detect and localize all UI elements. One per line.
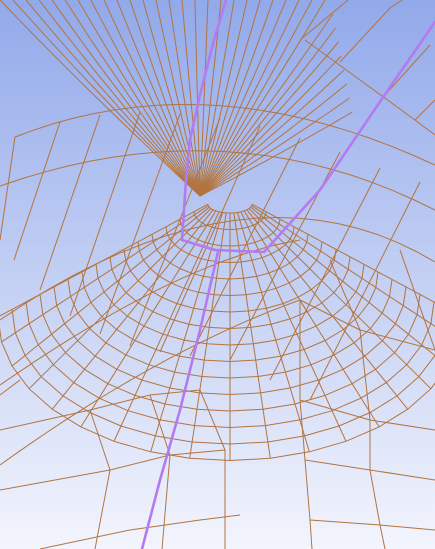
mesh-canvas[interactable] — [0, 0, 435, 549]
mesh-viewport[interactable] — [0, 0, 435, 549]
